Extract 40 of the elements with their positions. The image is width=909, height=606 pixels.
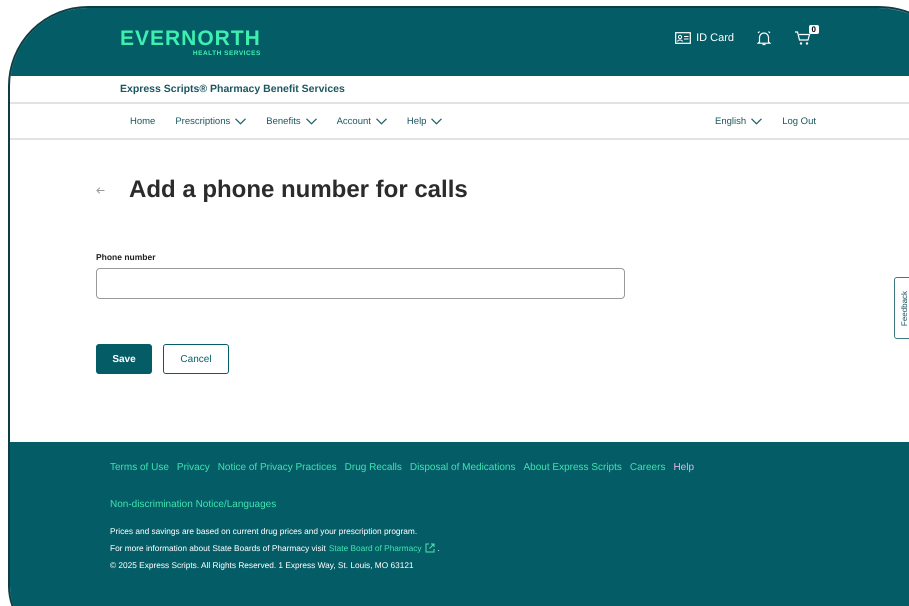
cancel-button[interactable]: Cancel <box>163 344 229 374</box>
footer-link[interactable]: Privacy <box>176 462 210 473</box>
more-info-text: For more information about State Boards of Pharmacy visit <box>110 543 326 553</box>
period-text: . <box>438 543 440 553</box>
footer-link[interactable]: Non-discrimination Notice/Languages <box>110 499 276 510</box>
footer-link[interactable]: Help <box>673 462 694 473</box>
copyright-text: © 2025 Express Scripts. All Rights Reserved. 1 Express Way, St. Louis, MO 63121 <box>110 560 415 570</box>
back-arrow-icon[interactable] <box>96 186 105 194</box>
external-link-icon <box>424 543 435 553</box>
nav-menu-item[interactable]: Account <box>336 116 387 126</box>
nav-menu-item[interactable]: English <box>715 116 762 126</box>
chevron-down-icon <box>376 118 387 124</box>
nav-menu-item[interactable]: Prescriptions <box>175 116 246 126</box>
footer-link[interactable]: Disposal of Medications <box>410 462 516 473</box>
phone-number-field[interactable] <box>96 268 625 299</box>
chevron-down-icon <box>306 118 317 124</box>
page-title: Add a phone number for calls <box>129 176 468 204</box>
footer-link[interactable]: About Express Scripts <box>524 462 622 473</box>
save-button[interactable]: Save <box>96 344 152 374</box>
nav-menu-item[interactable]: Benefits <box>266 116 317 126</box>
id-card-link[interactable]: ID Card <box>675 32 734 44</box>
cart-count-badge: 0 <box>808 25 819 34</box>
footer-link[interactable]: Notice of Privacy Practices <box>218 462 337 473</box>
footer-link[interactable]: Careers <box>630 462 666 473</box>
feedback-tab[interactable]: Feedback <box>894 277 909 339</box>
nav-menu-item[interactable]: Log Out <box>782 116 816 126</box>
nav-menu-item[interactable]: Home <box>130 116 156 126</box>
nav-menu-item[interactable]: Help <box>406 116 442 126</box>
chevron-down-icon <box>751 118 762 124</box>
state-board-link[interactable]: State Board of Pharmacy <box>328 543 422 553</box>
footer-link[interactable]: Drug Recalls <box>344 462 402 473</box>
cart-icon[interactable] <box>794 30 812 46</box>
bell-icon[interactable] <box>756 30 772 46</box>
field-label: Phone number <box>96 252 157 262</box>
site-title: Express Scripts® Pharmacy Benefit Services <box>120 83 345 95</box>
id-card-icon <box>675 32 692 44</box>
chevron-down-icon <box>431 118 442 124</box>
chevron-down-icon <box>235 118 246 124</box>
footer-link[interactable]: Terms of Use <box>110 462 169 473</box>
prices-note: Prices and savings are based on current drug prices and your prescription program. <box>110 526 418 536</box>
